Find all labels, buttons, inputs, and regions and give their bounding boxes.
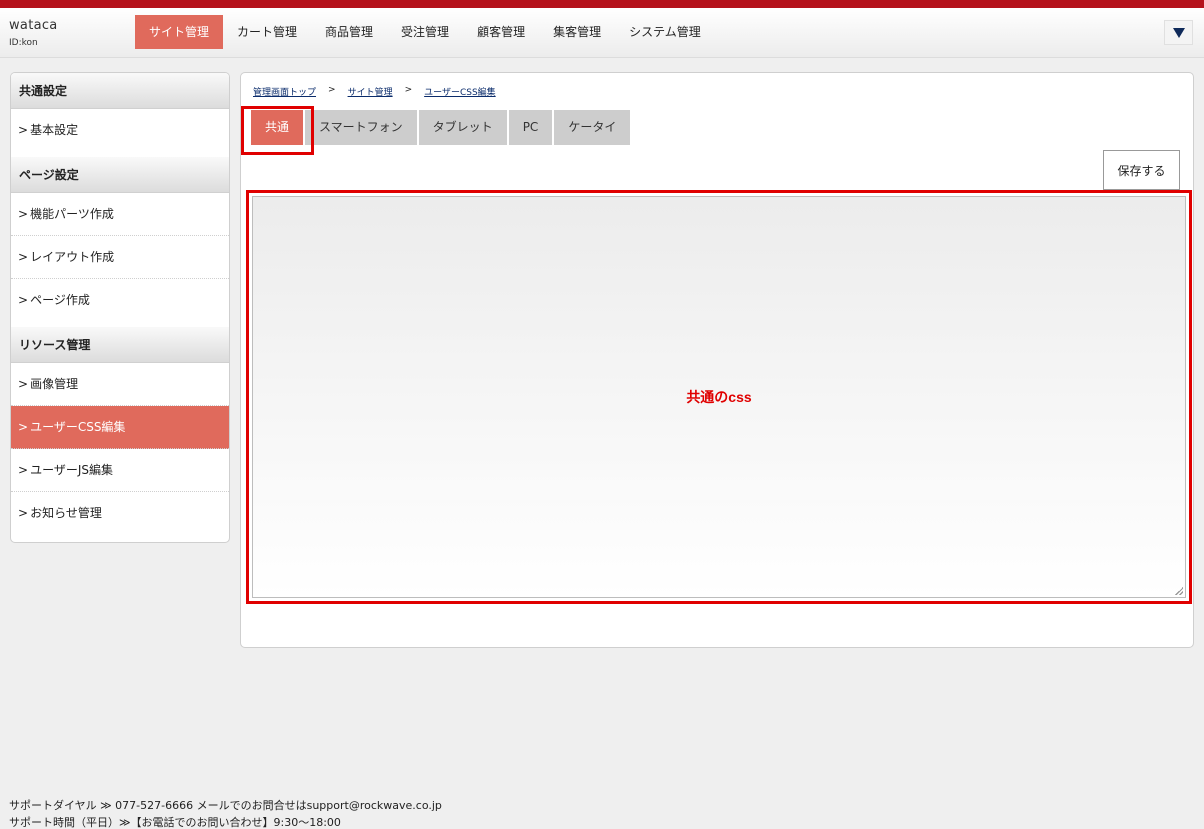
breadcrumb-link-css[interactable]: ユーザーCSS編集 <box>424 85 496 98</box>
sidebar-item-label: 画像管理 <box>30 377 79 391</box>
sidebar-item-label: 基本設定 <box>30 123 79 137</box>
tab-tablet[interactable]: タブレット <box>418 110 507 145</box>
chevron-right-icon: > <box>18 207 29 221</box>
chevron-right-icon: > <box>18 506 29 520</box>
sidebar-section-common: 共通設定 <box>11 73 229 109</box>
main-nav: サイト管理 カート管理 商品管理 受注管理 顧客管理 集客管理 システム管理 <box>135 15 715 49</box>
header: wataca ID:kon サイト管理 カート管理 商品管理 受注管理 顧客管理… <box>0 8 1204 58</box>
tab-pc[interactable]: PC <box>508 110 553 145</box>
nav-customer-management[interactable]: 顧客管理 <box>463 15 539 49</box>
nav-order-management[interactable]: 受注管理 <box>387 15 463 49</box>
breadcrumb-separator: > <box>404 85 413 95</box>
tab-mobile[interactable]: ケータイ <box>554 110 631 145</box>
sidebar-item-label: ユーザーCSS編集 <box>30 420 126 434</box>
sidebar-item-label: お知らせ管理 <box>30 506 102 520</box>
top-accent-bar <box>0 0 1204 8</box>
breadcrumb-link-top[interactable]: 管理画面トップ <box>253 85 316 98</box>
chevron-right-icon: > <box>18 293 29 307</box>
sidebar-item-page[interactable]: > ページ作成 <box>11 279 229 322</box>
chevron-right-icon: > <box>18 123 29 137</box>
chevron-right-icon: > <box>18 250 29 264</box>
sidebar-item-label: ユーザーJS編集 <box>30 463 113 477</box>
breadcrumb-separator: > <box>328 85 336 95</box>
chevron-right-icon: > <box>18 463 29 477</box>
breadcrumb: 管理画面トップ > サイト管理 > ユーザーCSS編集 <box>253 85 496 98</box>
sidebar-item-images[interactable]: > 画像管理 <box>11 363 229 406</box>
sidebar-section-resource: リソース管理 <box>11 327 229 363</box>
brand-name: wataca <box>9 18 58 33</box>
sidebar-item-layout[interactable]: > レイアウト作成 <box>11 236 229 279</box>
sidebar-item-label: 機能パーツ作成 <box>30 207 114 221</box>
resize-handle-icon[interactable] <box>1175 587 1183 595</box>
footer-support-line: サポートダイヤル ≫ 077-527-6666 メールでのお問合せはsuppor… <box>9 799 442 812</box>
nav-cart-management[interactable]: カート管理 <box>223 15 311 49</box>
footer-hours-line: サポート時間（平日）≫【お電話でのお問い合わせ】9:30～18:00 <box>9 816 341 829</box>
save-button[interactable]: 保存する <box>1103 150 1180 190</box>
editor-highlight-box: 共通のcss <box>246 190 1192 604</box>
sidebar: 共通設定 > 基本設定 ページ設定 > 機能パーツ作成 > レイアウト作成 > ページ作… <box>10 72 230 543</box>
sidebar-item-basic-settings[interactable]: > 基本設定 <box>11 109 229 152</box>
breadcrumb-link-site[interactable]: サイト管理 <box>348 85 393 98</box>
footer: サポートダイヤル ≫ 077-527-6666 メールでのお問合せはsuppor… <box>9 797 442 829</box>
editor-annotation: 共通のcss <box>686 389 752 405</box>
sidebar-item-notices[interactable]: > お知らせ管理 <box>11 492 229 535</box>
nav-site-management[interactable]: サイト管理 <box>135 15 224 49</box>
triangle-down-icon <box>1172 27 1185 38</box>
sidebar-section-page: ページ設定 <box>11 157 229 193</box>
nav-marketing-management[interactable]: 集客管理 <box>539 15 615 49</box>
css-editor-textarea[interactable]: 共通のcss <box>252 196 1186 598</box>
brand: wataca ID:kon <box>9 18 58 48</box>
chevron-right-icon: > <box>18 377 29 391</box>
sidebar-item-label: ページ作成 <box>30 293 90 307</box>
sidebar-item-parts[interactable]: > 機能パーツ作成 <box>11 193 229 236</box>
user-id: ID:kon <box>9 38 38 48</box>
chevron-right-icon: > <box>18 420 29 434</box>
tab-common[interactable]: 共通 <box>251 110 304 145</box>
sidebar-item-user-js[interactable]: > ユーザーJS編集 <box>11 449 229 492</box>
nav-product-management[interactable]: 商品管理 <box>311 15 387 49</box>
tab-smartphone[interactable]: スマートフォン <box>305 110 417 145</box>
device-tabs: 共通 スマートフォン タブレット PC ケータイ <box>251 110 631 145</box>
nav-system-management[interactable]: システム管理 <box>615 15 715 49</box>
sidebar-item-label: レイアウト作成 <box>30 250 115 264</box>
main-content: 管理画面トップ > サイト管理 > ユーザーCSS編集 共通 スマートフォン タ… <box>240 72 1194 648</box>
menu-dropdown-button[interactable] <box>1164 20 1193 45</box>
sidebar-item-user-css[interactable]: > ユーザーCSS編集 <box>11 406 229 449</box>
